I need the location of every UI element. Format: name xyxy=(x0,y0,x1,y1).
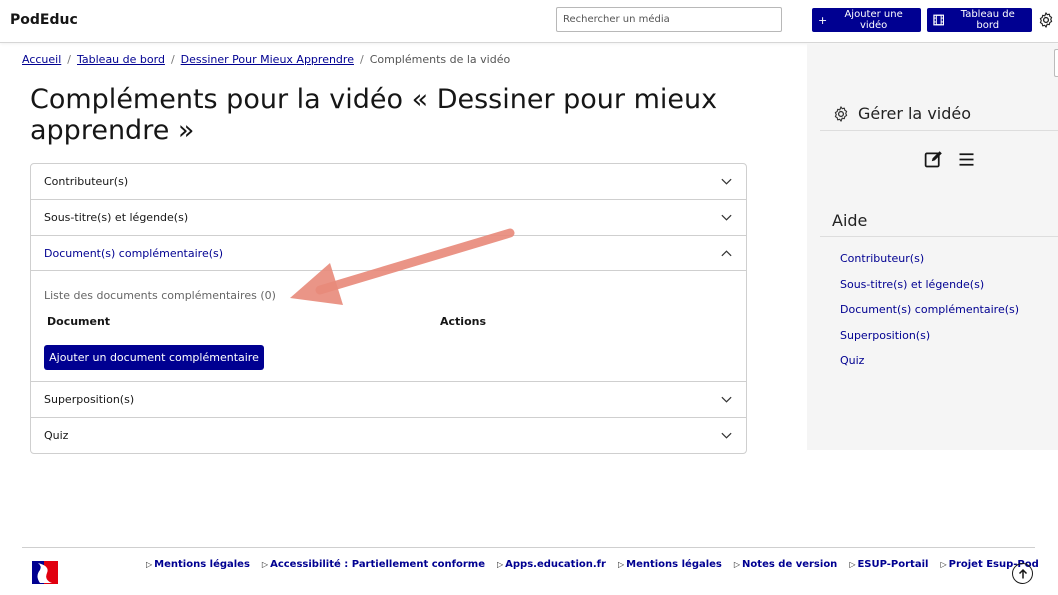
accordion-label: Contributeur(s) xyxy=(44,175,129,188)
footer-divider xyxy=(22,547,1035,548)
menu-icon[interactable] xyxy=(956,149,977,170)
footer-link-apps[interactable]: Apps.education.fr xyxy=(497,559,606,570)
help-link-contributors[interactable]: Contributeur(s) xyxy=(840,252,1019,278)
breadcrumb-separator: / xyxy=(359,53,364,66)
breadcrumb: Accueil / Tableau de bord / Dessiner Pou… xyxy=(22,53,510,66)
add-video-button[interactable]: + Ajouter une vidéo xyxy=(812,8,921,32)
add-document-button[interactable]: Ajouter un document complémentaire xyxy=(44,345,264,370)
documents-panel: Liste des documents complémentaires (0) … xyxy=(31,271,746,381)
accordion-header-subtitles[interactable]: Sous-titre(s) et légende(s) xyxy=(31,200,746,235)
brand-logo[interactable]: PodEduc xyxy=(10,12,78,28)
page-title: Compléments pour la vidéo « Dessiner pou… xyxy=(30,84,718,146)
accordion-header-quiz[interactable]: Quiz xyxy=(31,418,746,453)
marianne-logo-icon xyxy=(30,558,60,587)
gear-icon[interactable] xyxy=(1037,11,1055,29)
film-icon xyxy=(933,14,945,26)
chevron-up-icon xyxy=(721,249,732,256)
accordion-header-overlays[interactable]: Superposition(s) xyxy=(31,382,746,417)
manage-tools xyxy=(923,149,977,170)
footer-link-legal-2[interactable]: Mentions légales xyxy=(618,559,722,570)
chevron-down-icon xyxy=(721,178,732,185)
add-video-label: Ajouter une vidéo xyxy=(844,9,903,31)
accordion-label: Sous-titre(s) et légende(s) xyxy=(44,211,189,224)
manage-video-title: Gérer la vidéo xyxy=(858,104,972,123)
side-panel-toggle[interactable] xyxy=(1054,49,1058,77)
help-link-overlays[interactable]: Superposition(s) xyxy=(840,329,1019,355)
breadcrumb-separator: / xyxy=(67,53,71,66)
dashboard-label: Tableau de bord xyxy=(960,9,1015,31)
top-header: PodEduc + Ajouter une vidéo Tableau de b… xyxy=(0,0,1058,43)
breadcrumb-separator: / xyxy=(170,53,175,66)
help-links: Contributeur(s) Sous-titre(s) et légende… xyxy=(840,252,1019,380)
footer-link-esup-portail[interactable]: ESUP-Portail xyxy=(849,559,928,570)
column-header-actions: Actions xyxy=(440,315,486,328)
back-to-top-button[interactable] xyxy=(1012,563,1033,584)
footer-link-release-notes[interactable]: Notes de version xyxy=(734,559,837,570)
accordion-item: Contributeur(s) xyxy=(31,164,746,200)
documents-list-title: Liste des documents complémentaires (0) xyxy=(44,289,276,302)
footer-links: Mentions légales Accessibilité : Partiel… xyxy=(146,559,1039,570)
help-link-documents[interactable]: Document(s) complémentaire(s) xyxy=(840,303,1019,329)
accordion-item: Superposition(s) xyxy=(31,382,746,418)
dashboard-button[interactable]: Tableau de bord xyxy=(927,8,1032,32)
help-link-quiz[interactable]: Quiz xyxy=(840,354,1019,380)
accordion-header-documents[interactable]: Document(s) complémentaire(s) xyxy=(31,236,746,271)
column-header-document: Document xyxy=(47,315,111,328)
accordion-label: Quiz xyxy=(44,429,69,442)
plus-icon: + xyxy=(818,13,828,27)
accordion: Contributeur(s) Sous-titre(s) et légende… xyxy=(30,163,747,454)
footer-link-accessibility[interactable]: Accessibilité : Partiellement conforme xyxy=(262,559,485,570)
breadcrumb-home[interactable]: Accueil xyxy=(22,53,61,66)
divider xyxy=(820,236,1058,237)
help-link-subtitles[interactable]: Sous-titre(s) et légende(s) xyxy=(840,278,1019,304)
accordion-label: Document(s) complémentaire(s) xyxy=(44,246,224,260)
accordion-item: Document(s) complémentaire(s) Liste des … xyxy=(31,236,746,382)
help-title: Aide xyxy=(832,211,868,230)
chevron-down-icon xyxy=(721,432,732,439)
accordion-item: Sous-titre(s) et légende(s) xyxy=(31,200,746,236)
chevron-down-icon xyxy=(721,396,732,403)
breadcrumb-current: Compléments de la vidéo xyxy=(369,53,511,66)
chevron-down-icon xyxy=(721,214,732,221)
breadcrumb-video[interactable]: Dessiner Pour Mieux Apprendre xyxy=(181,53,354,66)
manage-video-heading: Gérer la vidéo xyxy=(832,104,971,123)
accordion-label: Superposition(s) xyxy=(44,393,135,406)
accordion-item: Quiz xyxy=(31,418,746,453)
arrow-up-icon xyxy=(1018,568,1027,578)
search-input[interactable] xyxy=(556,7,782,32)
edit-icon[interactable] xyxy=(923,149,944,170)
footer-link-legal[interactable]: Mentions légales xyxy=(146,559,250,570)
accordion-header-contributors[interactable]: Contributeur(s) xyxy=(31,164,746,199)
breadcrumb-dashboard[interactable]: Tableau de bord xyxy=(77,53,165,66)
gear-icon xyxy=(834,105,848,122)
divider xyxy=(820,130,1058,131)
